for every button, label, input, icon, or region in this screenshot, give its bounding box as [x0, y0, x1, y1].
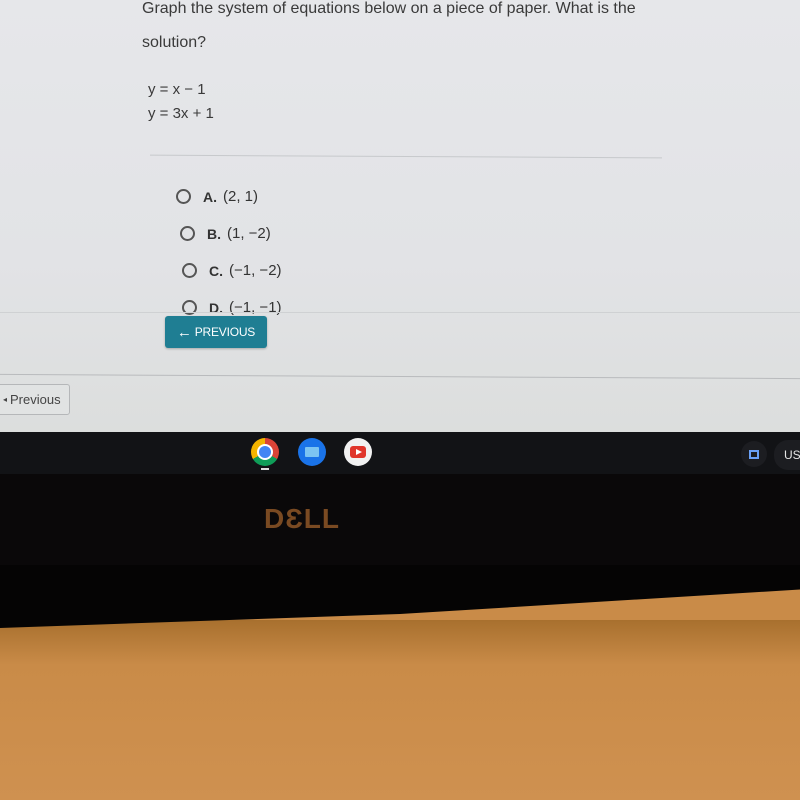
equation-1: y = x − 1 [148, 81, 206, 98]
choice-letter: C. [209, 262, 223, 279]
footer-divider [0, 373, 800, 380]
choice-value: (−1, −1) [229, 299, 282, 316]
choice-value: (1, −2) [227, 225, 271, 242]
choice-a[interactable]: A. (2, 1) [176, 178, 282, 215]
caret-left-icon: ◂ [3, 395, 8, 404]
lms-previous-button[interactable]: ◂ Previous [0, 384, 70, 415]
status-text: US [784, 448, 800, 462]
divider [150, 154, 662, 159]
running-indicator [261, 468, 269, 470]
question-prompt: Graph the system of equations below on a… [142, 0, 636, 51]
choice-b[interactable]: B. (1, −2) [180, 215, 282, 252]
content-divider [0, 312, 800, 313]
files-icon[interactable] [298, 438, 326, 466]
lms-previous-label: Previous [10, 392, 61, 407]
equation-2: y = 3x + 1 [148, 105, 214, 122]
screen: Graph the system of equations below on a… [0, 0, 800, 432]
chrome-icon[interactable] [251, 438, 279, 466]
previous-button[interactable]: ← PREVIOUS [165, 316, 267, 348]
choice-letter: B. [207, 225, 221, 242]
radio-button[interactable] [182, 263, 197, 278]
youtube-icon[interactable] [344, 438, 372, 466]
choice-value: (−1, −2) [229, 262, 282, 279]
equation-list: y = x − 1 y = 3x + 1 [148, 78, 214, 126]
os-shelf [0, 432, 800, 474]
arrow-left-icon: ← [176, 323, 192, 341]
choice-letter: A. [203, 188, 217, 205]
radio-button[interactable] [176, 189, 191, 204]
screen-capture-icon[interactable] [741, 441, 767, 467]
choice-value: (2, 1) [223, 188, 259, 205]
answer-choices: A. (2, 1) B. (1, −2) C. (−1, −2) D. (−1,… [176, 178, 282, 326]
previous-button-label: PREVIOUS [194, 325, 256, 339]
radio-button[interactable] [180, 226, 195, 241]
choice-c[interactable]: C. (−1, −2) [182, 252, 282, 289]
desk-surface [0, 620, 800, 800]
dell-logo: DƐLL [264, 503, 340, 534]
tray-square-glyph [749, 449, 759, 459]
status-area[interactable]: US [774, 440, 800, 470]
choice-letter: D. [209, 299, 223, 316]
